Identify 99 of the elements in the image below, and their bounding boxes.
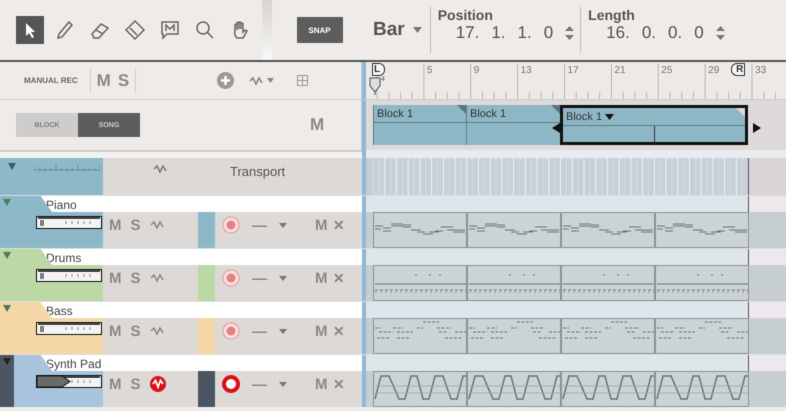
bar-number: 5 [426, 65, 432, 76]
spinner-icon[interactable] [716, 25, 725, 41]
bar-number: 13 [520, 65, 532, 76]
pattern-clip[interactable] [655, 371, 749, 407]
pattern-clip[interactable] [373, 371, 467, 407]
mute-toggle[interactable]: M [310, 115, 324, 135]
bar-number: 17 [568, 65, 579, 76]
automation-icon[interactable] [153, 164, 167, 174]
corner-mark [736, 108, 745, 117]
instrument-icon[interactable] [36, 216, 102, 229]
automation-menu-icon[interactable] [249, 74, 276, 86]
instrument-icon[interactable] [36, 269, 102, 282]
instrument-icon[interactable] [36, 322, 102, 335]
song-block[interactable]: Block 1 [466, 105, 560, 145]
expand-triangle-icon[interactable] [3, 252, 11, 259]
record-arm-icon[interactable] [222, 216, 240, 234]
grid-unit-dropdown[interactable]: Bar [367, 19, 430, 41]
position-value[interactable]: 17. [456, 23, 480, 43]
pattern-clip[interactable] [655, 265, 749, 301]
length-value[interactable]: 16. [606, 23, 630, 43]
delete-track-button[interactable]: × [334, 374, 344, 394]
mute-toggle[interactable]: M [315, 216, 328, 234]
volume-dash[interactable]: — [252, 270, 267, 286]
solo-toggle[interactable]: S [130, 376, 141, 392]
manual-rec-label[interactable]: MANUAL REC [24, 76, 78, 85]
expand-triangle-icon[interactable] [3, 358, 11, 365]
automation-icon[interactable] [150, 273, 164, 283]
length-value[interactable]: 0. [642, 23, 656, 43]
expand-triangle-icon[interactable] [8, 163, 16, 170]
expand-triangle-icon[interactable] [3, 305, 11, 312]
delete-track-button[interactable]: × [334, 214, 344, 236]
solo-toggle[interactable]: S [130, 216, 141, 234]
position-value[interactable]: 0 [544, 23, 554, 43]
mute-toggle[interactable]: M [315, 322, 328, 340]
solo-toggle[interactable]: S [130, 270, 141, 286]
snap-button[interactable]: SNAP [296, 17, 342, 43]
record-arm-icon[interactable] [222, 322, 240, 340]
pattern-clip[interactable] [467, 265, 561, 301]
track-name: Transport [230, 164, 286, 179]
ruler-icon [34, 163, 100, 171]
bar-number: 33 [755, 65, 766, 76]
caret-icon[interactable] [605, 114, 614, 120]
solo-all-toggle[interactable]: S [118, 70, 130, 90]
track-name[interactable]: Drums [46, 251, 82, 265]
song-block[interactable]: Block 1 [373, 105, 466, 145]
song-block[interactable]: Block 1 [560, 105, 748, 145]
pattern-clip[interactable] [561, 212, 655, 248]
track-name[interactable]: Synth Pad [46, 357, 102, 371]
volume-dash[interactable]: — [252, 376, 267, 392]
pattern-clip[interactable] [655, 318, 749, 354]
bar-number: 29 [708, 65, 720, 76]
automation-icon[interactable] [150, 220, 164, 230]
left-locator[interactable]: L [372, 63, 386, 76]
mute-toggle[interactable]: M [109, 322, 122, 340]
pattern-clip[interactable] [373, 265, 467, 301]
delete-track-button[interactable]: × [334, 268, 344, 288]
pattern-clip[interactable] [373, 318, 467, 354]
position-value[interactable]: 1. [491, 23, 506, 43]
toolbar-separator [262, 0, 272, 60]
pattern-clip[interactable] [561, 318, 655, 354]
mute-toggle[interactable]: M [109, 216, 122, 234]
pattern-clip[interactable] [467, 212, 561, 248]
pattern-clip[interactable] [373, 212, 467, 248]
length-value[interactable]: 0. [668, 23, 682, 43]
pattern-clip[interactable] [561, 371, 655, 407]
mute-all-toggle[interactable]: M [96, 70, 111, 90]
length-label: Length [588, 7, 636, 23]
position-value[interactable]: 1. [518, 23, 532, 43]
record-arm-icon[interactable] [222, 269, 240, 287]
mute-toggle[interactable]: M [315, 376, 328, 392]
volume-dash[interactable]: — [252, 216, 267, 234]
track-name[interactable]: Piano [46, 198, 77, 212]
add-track-icon[interactable] [217, 72, 234, 89]
automation-icon[interactable] [150, 326, 164, 336]
pattern-clip[interactable] [655, 212, 749, 248]
pattern-clip[interactable] [561, 265, 655, 301]
mute-toggle[interactable]: M [109, 376, 122, 392]
record-arm-icon[interactable] [222, 375, 240, 393]
expand-triangle-icon[interactable] [3, 199, 11, 206]
pattern-clip[interactable] [467, 371, 561, 407]
solo-toggle[interactable]: S [130, 322, 141, 340]
caret-icon[interactable] [412, 27, 422, 33]
bar-number: 9 [474, 65, 480, 76]
grid-icon[interactable] [297, 75, 308, 86]
spinner-icon[interactable] [565, 25, 574, 41]
bar-number: 21 [614, 65, 626, 76]
instrument-icon[interactable] [36, 375, 102, 388]
block-right-handle-icon[interactable] [753, 123, 761, 133]
mute-toggle[interactable]: M [315, 270, 328, 286]
position-label: Position [438, 7, 494, 23]
playhead-icon[interactable] [369, 77, 381, 95]
pattern-clip[interactable] [467, 318, 561, 354]
delete-track-button[interactable]: × [334, 320, 344, 342]
automation-active-icon[interactable] [150, 376, 166, 392]
bar-number: 25 [661, 65, 672, 76]
right-locator[interactable]: R [731, 63, 746, 76]
volume-dash[interactable]: — [252, 322, 267, 340]
length-value[interactable]: 0 [694, 23, 704, 43]
mute-toggle[interactable]: M [109, 270, 122, 286]
